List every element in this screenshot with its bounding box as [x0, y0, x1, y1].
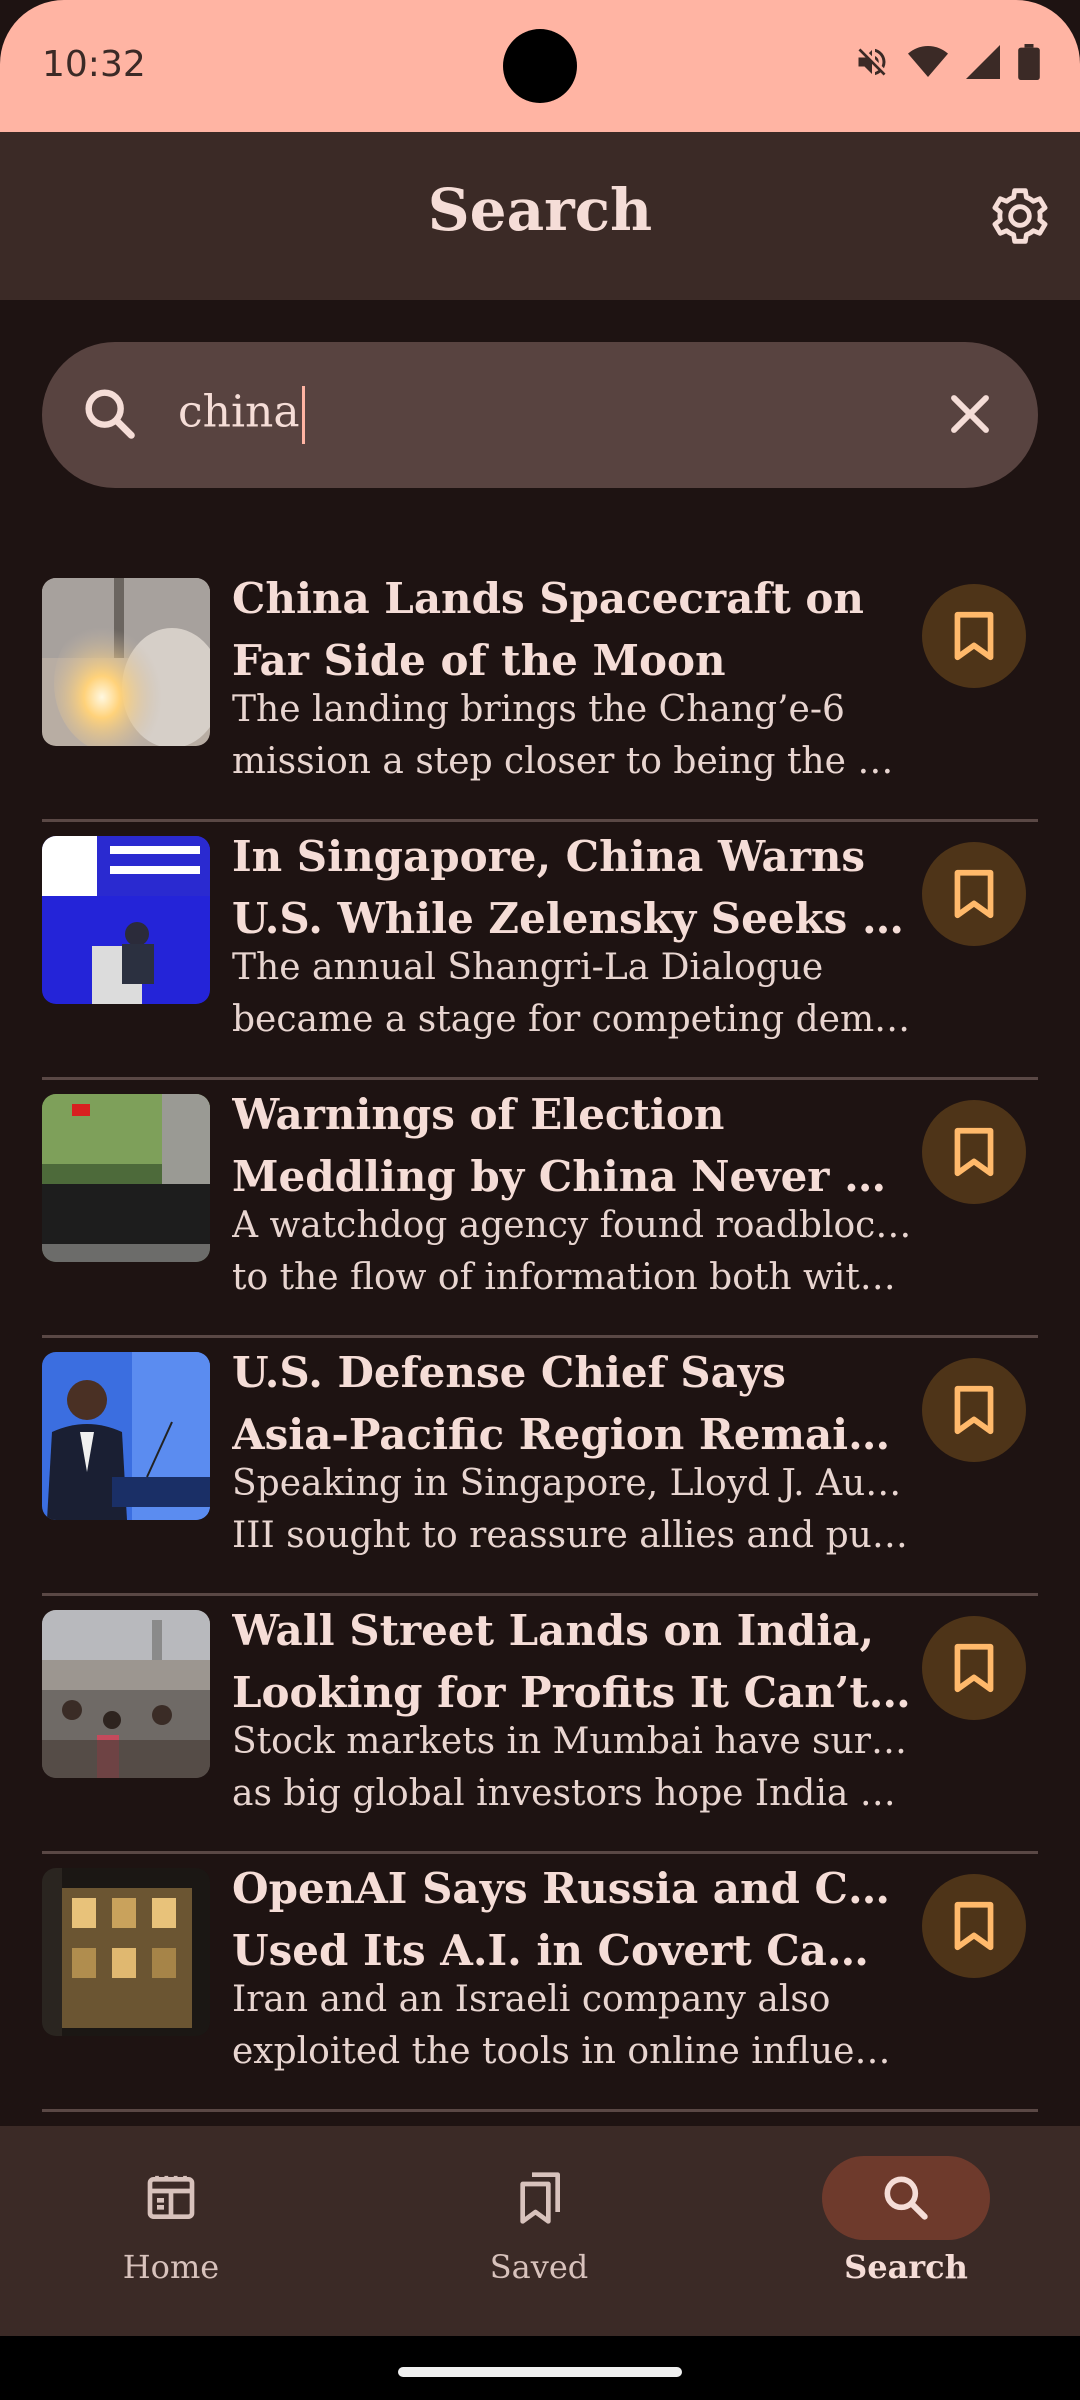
text-caret	[301, 386, 305, 444]
bookmark-icon	[954, 1901, 994, 1951]
article-description: Stock markets in Mumbai have surged as b…	[232, 1716, 912, 1820]
article-title: Wall Street Lands on India, Looking for …	[232, 1600, 912, 1724]
bookmark-button[interactable]	[922, 1616, 1026, 1720]
article-title: Warnings of Election Meddling by China N…	[232, 1084, 912, 1208]
list-item[interactable]: U.S. Defense Chief Says Asia-Pacific Reg…	[0, 1338, 1080, 1596]
nav-saved-label: Saved	[489, 2248, 589, 2286]
article-title-line: Asia-Pacific Region Remains…	[232, 1410, 912, 1459]
article-thumbnail	[42, 1094, 210, 1262]
search-icon	[85, 389, 135, 439]
article-thumbnail	[42, 836, 210, 1004]
home-gesture-bar[interactable]	[398, 2367, 682, 2377]
article-title-line: U.S. Defense Chief Says	[232, 1348, 786, 1397]
gear-icon	[992, 188, 1048, 244]
bookmark-icon	[954, 1127, 994, 1177]
article-title-line: In Singapore, China Warns	[232, 832, 866, 881]
status-time: 10:32	[42, 44, 146, 85]
clear-search-button[interactable]	[938, 382, 1002, 446]
list-item[interactable]: Wall Street Lands on India, Looking for …	[0, 1596, 1080, 1854]
settings-button[interactable]	[988, 184, 1052, 248]
camera-cutout	[503, 29, 577, 103]
article-title-line: OpenAI Says Russia and China	[232, 1864, 912, 1913]
search-input-text: china	[178, 386, 300, 438]
article-description-line: exploited the tools in online influenc…	[232, 2031, 912, 2072]
article-thumbnail	[42, 1610, 210, 1778]
article-description-line: to the flow of information both with…	[232, 1257, 912, 1298]
signal-icon	[966, 45, 1000, 79]
list-item[interactable]: In Singapore, China Warns U.S. While Zel…	[0, 822, 1080, 1080]
list-item[interactable]: Warnings of Election Meddling by China N…	[0, 1080, 1080, 1338]
nav-home-indicator	[87, 2156, 255, 2240]
article-title-line: Meddling by China Never Re…	[232, 1152, 912, 1201]
article-title-line: Wall Street Lands on India,	[232, 1606, 875, 1655]
battery-icon	[1018, 44, 1040, 80]
bookmark-icon	[954, 1385, 994, 1435]
search-input[interactable]: china	[178, 386, 305, 444]
article-title-line: Used Its A.I. in Covert Camp…	[232, 1926, 912, 1975]
status-bar: 10:32	[0, 0, 1080, 132]
top-app-bar: Search	[0, 132, 1080, 300]
bookmark-button[interactable]	[922, 842, 1026, 946]
article-description-line: A watchdog agency found roadblocks	[232, 1205, 912, 1246]
article-thumbnail	[42, 578, 210, 746]
bookmark-button[interactable]	[922, 1874, 1026, 1978]
bookmark-button[interactable]	[922, 1358, 1026, 1462]
search-field[interactable]: china	[42, 342, 1038, 488]
wifi-icon	[908, 46, 948, 77]
article-title-line: Looking for Profits It Can’t …	[232, 1668, 912, 1717]
bookmark-icon	[954, 1643, 994, 1693]
article-title: OpenAI Says Russia and China Used Its A.…	[232, 1858, 912, 1982]
article-description-line: The annual Shangri-La Dialogue	[232, 947, 824, 988]
mute-icon	[858, 48, 886, 76]
list-item[interactable]: China Lands Spacecraft on Far Side of th…	[0, 564, 1080, 822]
article-description-line: mission a step closer to being the fir…	[232, 741, 912, 782]
results-list: China Lands Spacecraft on Far Side of th…	[0, 564, 1080, 2112]
article-thumbnail	[42, 1352, 210, 1520]
article-title-line: U.S. While Zelensky Seeks S…	[232, 894, 912, 943]
nav-item-search[interactable]: Search	[786, 2156, 1026, 2286]
nav-home-label: Home	[122, 2248, 220, 2286]
article-title: In Singapore, China Warns U.S. While Zel…	[232, 826, 912, 950]
bookmark-icon	[954, 869, 994, 919]
article-description: Iran and an Israeli company also exploit…	[232, 1974, 912, 2078]
list-item[interactable]: OpenAI Says Russia and China Used Its A.…	[0, 1854, 1080, 2112]
article-description-line: Iran and an Israeli company also	[232, 1979, 831, 2020]
page-title: Search	[427, 176, 653, 244]
article-description-line: III sought to reassure allies and put …	[232, 1515, 912, 1556]
status-icons	[854, 44, 1040, 80]
article-description: The landing brings the Chang’e-6 mission…	[232, 684, 912, 788]
bookmark-icon	[954, 611, 994, 661]
article-description-line: The landing brings the Chang’e-6	[232, 689, 845, 730]
article-description: A watchdog agency found roadblocks to th…	[232, 1200, 912, 1304]
article-title-line: Far Side of the Moon	[232, 636, 726, 685]
nav-item-home[interactable]: Home	[51, 2156, 291, 2286]
bookmarks-icon	[520, 2172, 560, 2224]
article-title-line: Warnings of Election	[232, 1090, 725, 1139]
article-description: The annual Shangri-La Dialogue became a …	[232, 942, 912, 1046]
nav-search-indicator	[822, 2156, 990, 2240]
article-description-line: Stock markets in Mumbai have surged	[232, 1721, 912, 1762]
nav-item-saved[interactable]: Saved	[419, 2156, 659, 2286]
article-description-line: became a stage for competing dema…	[232, 999, 912, 1040]
article-title: China Lands Spacecraft on Far Side of th…	[232, 568, 912, 692]
newspaper-icon	[147, 2175, 195, 2219]
nav-saved-indicator	[455, 2156, 623, 2240]
article-description-line: Speaking in Singapore, Lloyd J. Austin	[232, 1463, 912, 1504]
bookmark-button[interactable]	[922, 1100, 1026, 1204]
article-thumbnail	[42, 1868, 210, 2036]
divider	[42, 2109, 1038, 2112]
article-title-line: China Lands Spacecraft on	[232, 574, 864, 623]
bottom-navigation: Home Saved Search	[0, 2126, 1080, 2336]
nav-search-label: Search	[844, 2248, 968, 2286]
search-icon	[884, 2176, 928, 2220]
article-description-line: as big global investors hope India ca…	[232, 1773, 912, 1814]
article-title: U.S. Defense Chief Says Asia-Pacific Reg…	[232, 1342, 912, 1466]
article-description: Speaking in Singapore, Lloyd J. Austin I…	[232, 1458, 912, 1562]
bookmark-button[interactable]	[922, 584, 1026, 688]
